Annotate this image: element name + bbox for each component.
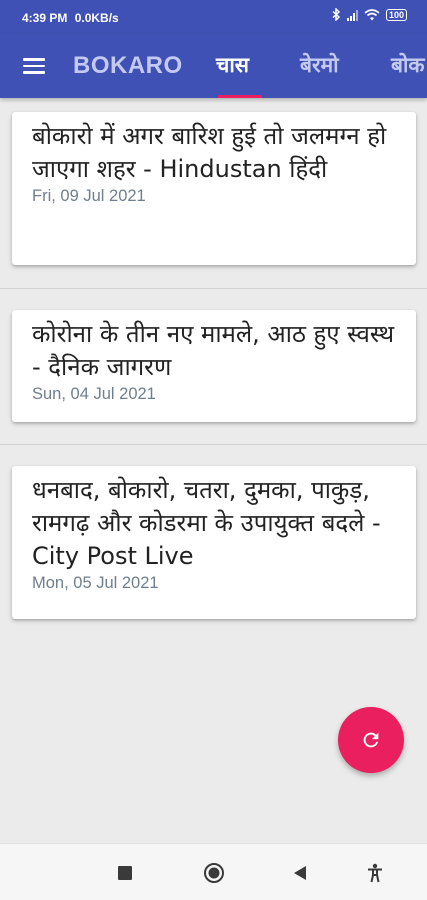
status-bar: 4:39 PM 0.0KB/s 100 [0, 0, 427, 34]
app-title: BOKARO [73, 52, 183, 79]
refresh-button[interactable] [338, 707, 404, 773]
back-button[interactable] [285, 844, 315, 900]
accessibility-icon [368, 863, 382, 882]
news-title: धनबाद, बोकारो, चतरा, दुमका, पाकुड़, रामग… [32, 476, 381, 570]
status-icons: 100 [332, 8, 407, 21]
news-date: Mon, 05 Jul 2021 [32, 574, 159, 592]
divider [0, 444, 427, 445]
active-tab-indicator [218, 95, 262, 98]
recent-apps-icon [118, 865, 132, 880]
back-icon [294, 865, 306, 880]
tab-chas[interactable]: चास [216, 51, 249, 79]
news-title: बोकारो में अगर बारिश हुई तो जलमग्न हो जा… [32, 122, 387, 183]
accessibility-button[interactable] [360, 844, 390, 900]
home-button[interactable] [199, 844, 229, 900]
news-date: Fri, 09 Jul 2021 [32, 187, 146, 205]
signal-icon [346, 9, 358, 21]
status-time: 4:39 PM [22, 11, 68, 25]
app-bar: BOKARO चास बेरमो बोक [0, 34, 427, 98]
screen: 4:39 PM 0.0KB/s 100 BOKARO चास बेरमो बोक [0, 0, 427, 900]
recent-apps-button[interactable] [110, 844, 140, 900]
menu-icon[interactable] [23, 58, 45, 74]
bluetooth-icon [332, 8, 341, 21]
network-speed: 0.0KB/s [74, 11, 119, 25]
news-title: कोरोना के तीन नए मामले, आठ हुए स्वस्थ - … [32, 320, 395, 381]
news-card[interactable]: कोरोना के तीन नए मामले, आठ हुए स्वस्थ - … [12, 310, 416, 422]
tab-bokaro[interactable]: बोक [391, 51, 425, 79]
battery-icon: 100 [385, 8, 407, 21]
news-card[interactable]: बोकारो में अगर बारिश हुई तो जलमग्न हो जा… [12, 112, 416, 265]
wifi-icon [364, 8, 380, 20]
divider [0, 288, 427, 289]
status-left: 4:39 PM 0.0KB/s [22, 11, 119, 25]
news-date: Sun, 04 Jul 2021 [32, 385, 156, 403]
refresh-icon [363, 732, 379, 748]
tab-bermo[interactable]: बेरमो [300, 51, 339, 79]
home-icon [204, 862, 224, 883]
news-card[interactable]: धनबाद, बोकारो, चतरा, दुमका, पाकुड़, रामग… [12, 466, 416, 619]
system-nav-bar [0, 843, 427, 900]
